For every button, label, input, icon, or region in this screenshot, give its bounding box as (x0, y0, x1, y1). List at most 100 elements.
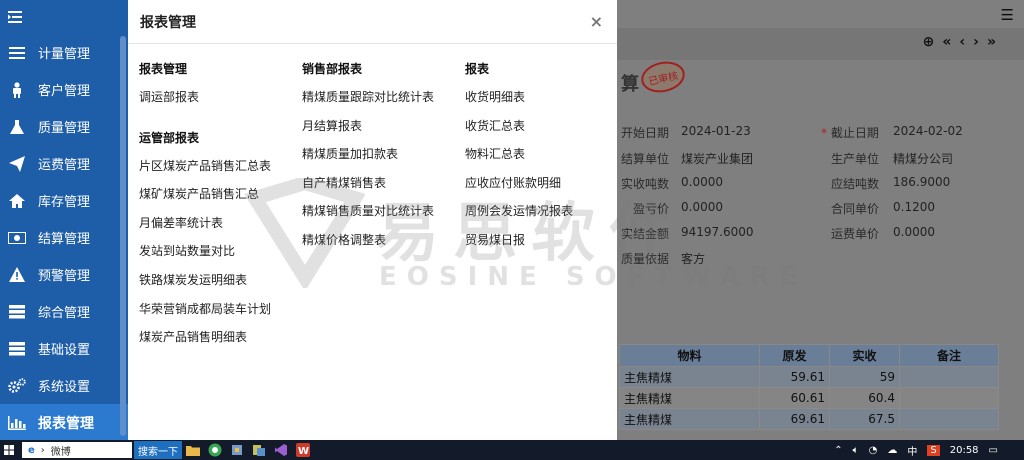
tool-icon[interactable] (226, 443, 248, 457)
table-row[interactable]: 主焦精煤 60.61 60.4 (619, 387, 999, 409)
recv-tons-value: 0.0000 (681, 175, 723, 189)
wifi-icon[interactable]: ◔ (869, 445, 878, 456)
report-column-2: 销售部报表 精煤质量跟踪对比统计表 月结算报表 精煤质量加扣款表 自产精煤销售表… (302, 60, 434, 260)
material-table: 物料 原发 实收 备注 主焦精煤 59.61 59 主焦精煤 60.61 60.… (619, 344, 999, 430)
section-heading: 运管部报表 (139, 130, 200, 145)
sidebar-item-basic-settings[interactable]: 基础设置 (0, 330, 128, 367)
freight-price-label: 运费单价 (831, 227, 880, 241)
loss-price-value: 0.0000 (681, 200, 723, 214)
browser-icon[interactable] (204, 443, 226, 457)
server-icon (6, 303, 28, 321)
report-link[interactable]: 月偏差率统计表 (139, 214, 271, 243)
amount-label: 实结金额 (621, 227, 670, 241)
sidebar-scrollbar[interactable] (120, 36, 126, 436)
report-link[interactable]: 华荣营销成都局装车计划 (139, 300, 271, 329)
background-report: ☰ ⊕ « ‹ › » 算 已审核 开始日期 2024-01-23 * 截止日期… (617, 0, 1024, 440)
report-link[interactable]: 调运部报表 (139, 88, 271, 117)
col-remark: 备注 (899, 344, 999, 367)
table-row[interactable]: 主焦精煤 59.61 59 (619, 366, 999, 388)
amount-value: 94197.6000 (681, 225, 754, 239)
hamburger-icon[interactable]: ☰ (1001, 6, 1014, 24)
sidebar-item-label: 报表管理 (38, 415, 94, 432)
clock[interactable]: 20:58 (950, 445, 979, 456)
menu-toggle-icon (8, 11, 22, 23)
report-link[interactable]: 收货汇总表 (465, 117, 573, 146)
report-link[interactable]: 月结算报表 (302, 117, 434, 146)
notification-icon[interactable]: ▭ (989, 445, 998, 456)
report-link[interactable]: 应收应付账款明细 (465, 174, 573, 203)
sidebar-item-metering[interactable]: 计量管理 (0, 34, 128, 71)
section-heading: 报表管理 (139, 62, 188, 76)
cloud-icon[interactable]: ☁︎ (887, 445, 897, 456)
report-link[interactable]: 精煤质量跟踪对比统计表 (302, 88, 434, 117)
report-title: 算 (621, 74, 639, 95)
prod-unit-label: 生产单位 (831, 152, 880, 166)
close-icon[interactable]: × (590, 12, 603, 31)
sidebar-item-reports[interactable]: 报表管理 (0, 404, 128, 441)
taskbar-search-input[interactable]: e › 微博 (22, 442, 132, 458)
report-column-3: 报表 收货明细表 收货汇总表 物料汇总表 应收应付账款明细 周例会发运情况报表 … (465, 60, 573, 260)
modal-header: 报表管理 × (128, 0, 617, 44)
report-link[interactable]: 精煤销售质量对比统计表 (302, 202, 434, 231)
end-date-value: 2024-02-02 (893, 124, 963, 138)
section-heading: 报表 (465, 62, 490, 76)
report-link[interactable]: 物料汇总表 (465, 145, 573, 174)
sidebar-item-warning[interactable]: 预警管理 (0, 256, 128, 293)
next-page-icon[interactable]: › (973, 34, 979, 50)
sidebar-item-quality[interactable]: 质量管理 (0, 108, 128, 145)
start-date-value: 2024-01-23 (681, 124, 751, 138)
warning-icon (6, 266, 28, 284)
report-link[interactable]: 发站到站数量对比 (139, 242, 271, 271)
prod-unit-value: 精煤分公司 (893, 152, 954, 166)
sidebar-item-label: 结算管理 (38, 232, 91, 247)
sidebar-item-freight[interactable]: 运费管理 (0, 145, 128, 182)
ime-indicator[interactable]: 中 (907, 443, 917, 458)
due-tons-value: 186.9000 (893, 175, 951, 189)
col-origin: 原发 (759, 344, 830, 367)
svg-text:W: W (298, 446, 309, 457)
sidebar-item-inventory[interactable]: 库存管理 (0, 182, 128, 219)
database-icon[interactable] (248, 443, 270, 457)
table-row[interactable]: 主焦精煤 69.61 67.5 (619, 408, 999, 430)
person-icon (6, 81, 28, 99)
taskbar: e › 微博 搜索一下 W ⌃ 🔈︎ ◔ ☁︎ 中 S 20:58 ▭ (0, 440, 1024, 460)
bar-chart-icon (6, 414, 28, 432)
report-link[interactable]: 贸易煤日报 (465, 231, 573, 260)
sidebar-item-system-settings[interactable]: 系统设置 (0, 367, 128, 404)
visual-studio-icon[interactable] (270, 443, 292, 457)
folder-icon[interactable] (182, 445, 204, 456)
prev-page-icon[interactable]: ‹ (959, 34, 965, 50)
taskbar-search-button[interactable]: 搜索一下 (134, 441, 182, 459)
sidebar-item-label: 计量管理 (38, 47, 91, 62)
wps-icon[interactable]: W (292, 443, 314, 457)
zoom-icon[interactable]: ⊕ (923, 34, 935, 50)
report-link[interactable]: 收货明细表 (465, 88, 573, 117)
home-icon (6, 192, 28, 210)
tray-chevron-icon[interactable]: ⌃ (834, 445, 842, 456)
freight-price-value: 0.0000 (893, 225, 935, 239)
report-link[interactable]: 铁路煤炭发运明细表 (139, 271, 271, 300)
last-page-icon[interactable]: » (987, 34, 996, 50)
report-link[interactable]: 周例会发运情况报表 (465, 202, 573, 231)
report-link[interactable]: 自产精煤销售表 (302, 174, 434, 203)
first-page-icon[interactable]: « (942, 34, 951, 50)
report-link[interactable]: 煤炭产品销售明细表 (139, 328, 271, 357)
windows-start-icon[interactable] (0, 445, 18, 455)
section-heading: 销售部报表 (302, 62, 363, 76)
sidebar-item-general[interactable]: 综合管理 (0, 293, 128, 330)
sidebar-toggle[interactable] (0, 0, 128, 34)
modal-title: 报表管理 (140, 14, 196, 31)
sidebar-item-label: 基础设置 (38, 343, 91, 358)
sidebar-item-settlement[interactable]: 结算管理 (0, 219, 128, 256)
contract-price-value: 0.1200 (893, 200, 935, 214)
report-toolbar: ⊕ « ‹ › » (617, 28, 1024, 60)
sidebar-item-customers[interactable]: 客户管理 (0, 71, 128, 108)
sogou-icon[interactable]: S (927, 444, 940, 456)
col-material: 物料 (619, 344, 760, 367)
col-received: 实收 (829, 344, 900, 367)
volume-icon[interactable]: 🔈︎ (853, 445, 859, 456)
report-link[interactable]: 精煤质量加扣款表 (302, 145, 434, 174)
report-link[interactable]: 精煤价格调整表 (302, 231, 434, 260)
report-link[interactable]: 煤矿煤炭产品销售汇总 (139, 185, 271, 214)
report-link[interactable]: 片区煤炭产品销售汇总表 (139, 157, 271, 186)
